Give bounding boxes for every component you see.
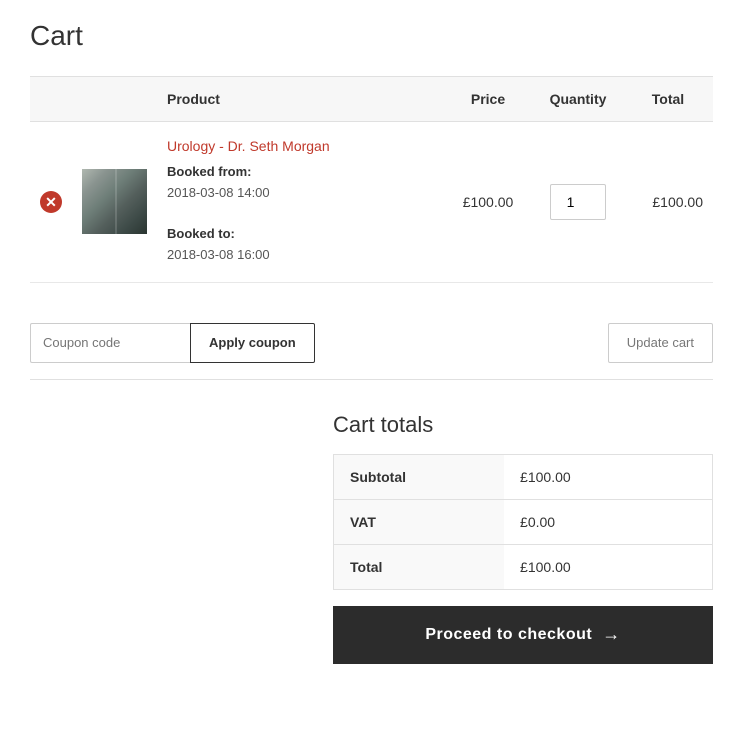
- checkout-arrow-icon: →: [602, 624, 621, 645]
- cart-table: Product Price Quantity Total ✕ Urology -…: [30, 76, 713, 283]
- product-total: £100.00: [652, 194, 703, 210]
- booked-to-value: 2018-03-08 16:00: [167, 247, 270, 262]
- vat-label: VAT: [334, 499, 505, 544]
- col-header-quantity: Quantity: [533, 77, 623, 122]
- product-details-cell: Urology - Dr. Seth Morgan Booked from: 2…: [157, 122, 443, 283]
- cart-totals-wrapper: Cart totals Subtotal £100.00 VAT £0.00 T…: [333, 412, 713, 664]
- table-header-row: Product Price Quantity Total: [30, 77, 713, 122]
- quantity-input[interactable]: [550, 184, 606, 220]
- col-header-product: Product: [157, 77, 443, 122]
- product-thumbnail: [82, 169, 147, 234]
- subtotal-row: Subtotal £100.00: [334, 454, 713, 499]
- remove-item-button[interactable]: ✕: [40, 191, 62, 213]
- product-name-link[interactable]: Urology - Dr. Seth Morgan: [167, 138, 433, 154]
- remove-cell: ✕: [30, 122, 72, 283]
- subtotal-value: £100.00: [504, 454, 712, 499]
- col-header-price: Price: [443, 77, 533, 122]
- coupon-row: Apply coupon Update cart: [30, 307, 713, 380]
- cart-totals-title: Cart totals: [333, 412, 713, 438]
- coupon-left: Apply coupon: [30, 323, 315, 363]
- table-row: ✕ Urology - Dr. Seth Morgan Booked from:…: [30, 122, 713, 283]
- total-label: Total: [334, 544, 505, 589]
- vat-row: VAT £0.00: [334, 499, 713, 544]
- product-price-cell: £100.00: [443, 122, 533, 283]
- product-total-cell: £100.00: [623, 122, 713, 283]
- total-value: £100.00: [504, 544, 712, 589]
- col-header-image: [72, 77, 157, 122]
- page-title: Cart: [30, 20, 713, 52]
- product-meta: Booked from: 2018-03-08 14:00 Booked to:…: [167, 162, 433, 266]
- product-image-cell: [72, 122, 157, 283]
- vat-value: £0.00: [504, 499, 712, 544]
- booked-from-value: 2018-03-08 14:00: [167, 185, 270, 200]
- coupon-input[interactable]: [30, 323, 190, 363]
- product-quantity-cell: [533, 122, 623, 283]
- product-price: £100.00: [463, 194, 514, 210]
- totals-table: Subtotal £100.00 VAT £0.00 Total £100.00: [333, 454, 713, 590]
- booked-from-label: Booked from:: [167, 164, 252, 179]
- apply-coupon-button[interactable]: Apply coupon: [190, 323, 315, 363]
- booked-to-label: Booked to:: [167, 226, 235, 241]
- subtotal-label: Subtotal: [334, 454, 505, 499]
- checkout-label: Proceed to checkout: [425, 626, 592, 644]
- checkout-button[interactable]: Proceed to checkout →: [333, 606, 713, 664]
- col-header-remove: [30, 77, 72, 122]
- product-image-inner: [82, 169, 147, 234]
- update-cart-button[interactable]: Update cart: [608, 323, 713, 363]
- col-header-total: Total: [623, 77, 713, 122]
- cart-totals-section: Cart totals Subtotal £100.00 VAT £0.00 T…: [30, 412, 713, 664]
- total-row: Total £100.00: [334, 544, 713, 589]
